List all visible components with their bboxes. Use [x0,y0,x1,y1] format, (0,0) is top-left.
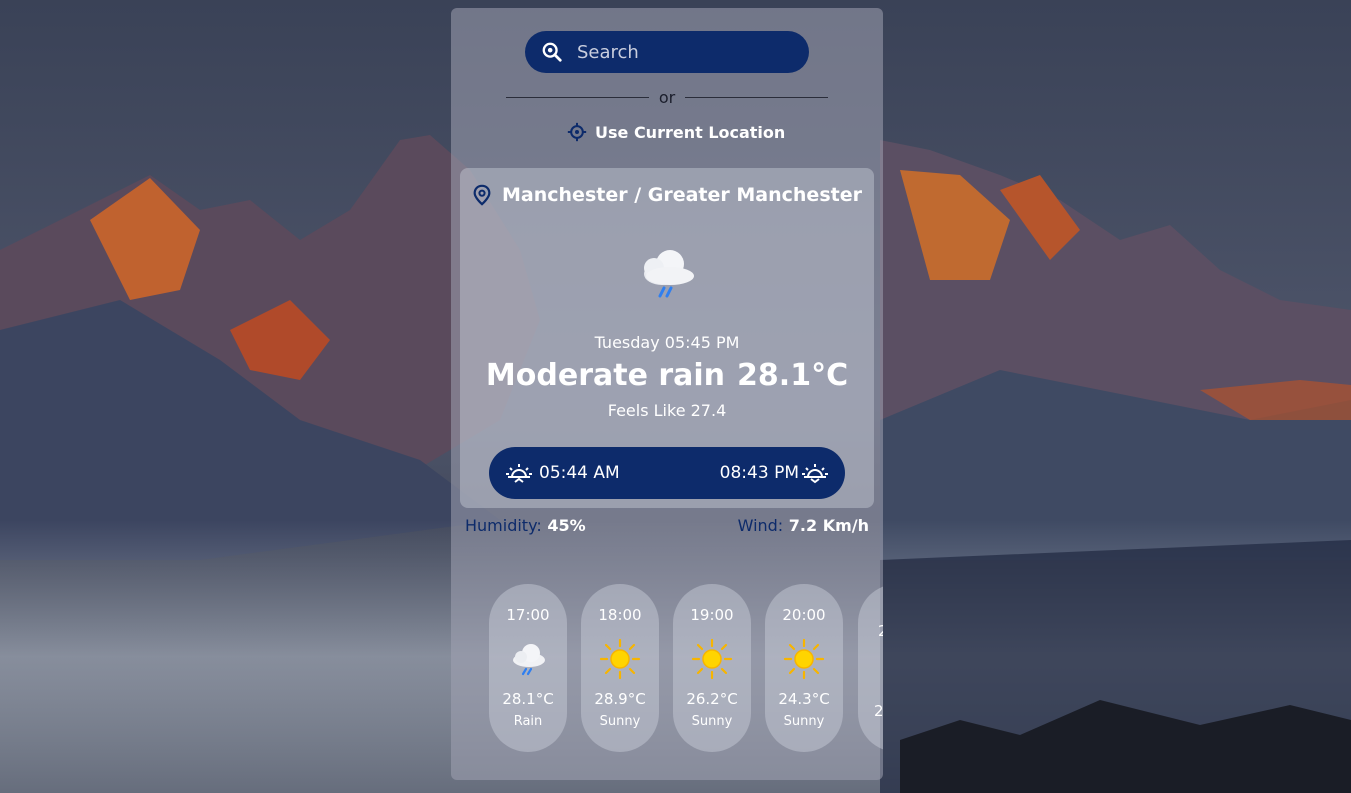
hour-condition: Rain [513,714,543,729]
current-temperature: 28.1°C [737,358,849,393]
map-pin-icon [473,184,491,206]
rain-cloud-icon [513,644,545,676]
humidity: Humidity: 45% [465,516,586,535]
sunset: 08:43 PM [720,447,829,499]
separator-line-left [506,96,649,98]
hour-condition: Sunny [599,714,641,729]
sunset-time: 08:43 PM [719,463,799,483]
hour-card[interactable]: 17:00 28.1°C Rain [489,584,567,752]
current-weather-card: Manchester / Greater Manchester Tuesday … [460,168,874,508]
hour-card[interactable]: 2 2 [858,584,883,752]
weather-stats: Humidity: 45% Wind: 7.2 Km/h [465,516,869,538]
hourly-forecast[interactable]: 0 y 17:00 28.1°C Rain 18:00 [451,584,883,754]
current-datetime: Tuesday 05:45 PM [594,333,740,352]
hour-temp: 26.2°C [686,690,738,708]
hour-temp: 24.3°C [778,690,830,708]
condition-row: Moderate rain 28.1°C [460,358,874,393]
hour-temp: 2 [874,702,883,720]
weather-panel: or Use Current Location Manchester / Gre… [451,8,883,780]
hour-time: 19:00 [690,606,734,624]
rain-cloud-icon [644,250,694,298]
use-current-location-label: Use Current Location [595,122,786,142]
sunrise: 05:44 AM [505,447,620,499]
hour-card[interactable]: 18:00 28.9°C Sunny [581,584,659,752]
search-bar[interactable] [525,31,809,73]
sunrise-icon [506,464,532,483]
hour-condition: Sunny [783,714,825,729]
hour-card[interactable]: 20:00 24.3°C Sunny [765,584,843,752]
use-current-location-button[interactable]: Use Current Location [567,120,785,144]
humidity-label: Humidity: [465,516,542,535]
wind-value: 7.2 Km/h [788,516,869,535]
sun-times-bar: 05:44 AM 08:43 PM [489,447,845,499]
hour-temp: 28.9°C [594,690,646,708]
hour-time: 17:00 [506,606,550,624]
hour-time: 18:00 [598,606,642,624]
wind: Wind: 7.2 Km/h [738,516,869,535]
hour-temp: 28.1°C [502,690,554,708]
crosshair-icon [567,122,587,142]
hour-time: 2 [878,622,883,640]
sunset-icon [802,464,828,484]
sun-icon [691,638,733,680]
hour-time: 20:00 [782,606,826,624]
or-text: or [658,87,676,107]
hour-condition: Sunny [691,714,733,729]
sunrise-time: 05:44 AM [539,463,620,483]
wind-label: Wind: [737,516,784,535]
condition-text: Moderate rain [485,358,726,393]
or-separator: or [506,86,828,108]
sun-icon [599,638,641,680]
location-row: Manchester / Greater Manchester [460,182,874,208]
humidity-value: 45% [547,516,586,535]
hour-card[interactable]: 19:00 26.2°C Sunny [673,584,751,752]
sun-icon [783,638,825,680]
location-name: Manchester / Greater Manchester [502,184,862,206]
separator-line-right [685,96,828,98]
search-icon [542,42,562,62]
search-input[interactable] [575,40,799,64]
feels-like: Feels Like 27.4 [607,401,727,420]
